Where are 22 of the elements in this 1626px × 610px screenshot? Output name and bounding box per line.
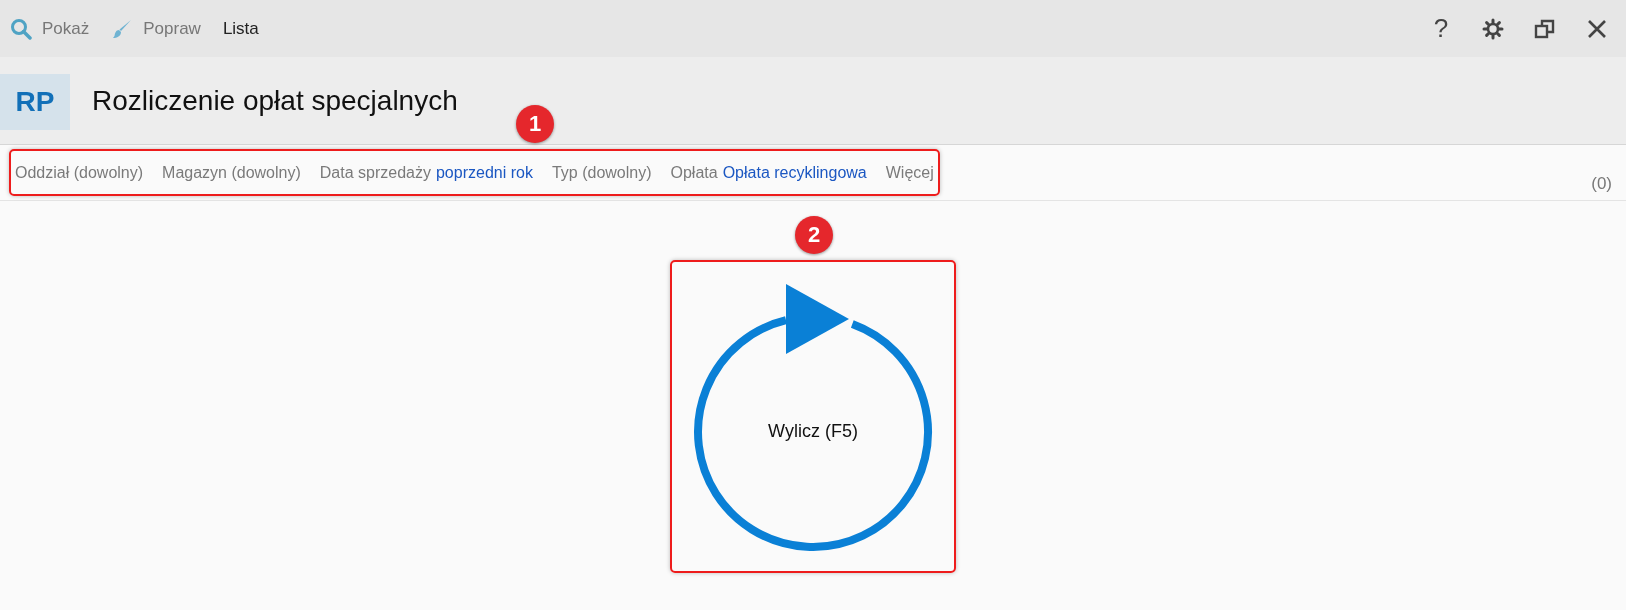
result-count: (0)	[1591, 174, 1612, 194]
page-title: Rozliczenie opłat specjalnych	[92, 84, 458, 117]
toolbar-button[interactable]: Popraw	[111, 17, 201, 40]
filter-link[interactable]: Opłata Opłata recyklingowa	[670, 163, 867, 182]
filter-value[interactable]: poprzedni rok	[435, 163, 533, 181]
toolbar-button[interactable]: Pokaż	[10, 17, 90, 40]
filter-link[interactable]: Więcej	[885, 163, 934, 182]
filter-link[interactable]: Typ (dowolny)	[551, 163, 652, 182]
filter-link[interactable]: Magazyn (dowolny)	[162, 163, 301, 182]
close-icon	[1586, 17, 1608, 40]
restore-icon	[1534, 17, 1556, 40]
help-button[interactable]: ?	[1426, 13, 1456, 44]
annotation-number: 2	[795, 216, 833, 254]
settings-icon	[1482, 17, 1504, 40]
filter-link[interactable]: Data sprzedaży poprzedni rok	[319, 163, 533, 182]
calculate-button[interactable]: Wylicz (F5)	[683, 271, 943, 562]
filter-value[interactable]: Opłata recyklingowa	[722, 163, 867, 181]
toolbar-button[interactable]: Lista	[222, 17, 259, 40]
filter-link[interactable]: Oddział (dowolny)	[15, 163, 144, 182]
app-badge: RP	[0, 73, 70, 130]
search-icon	[10, 17, 32, 40]
brush-icon	[111, 17, 134, 40]
